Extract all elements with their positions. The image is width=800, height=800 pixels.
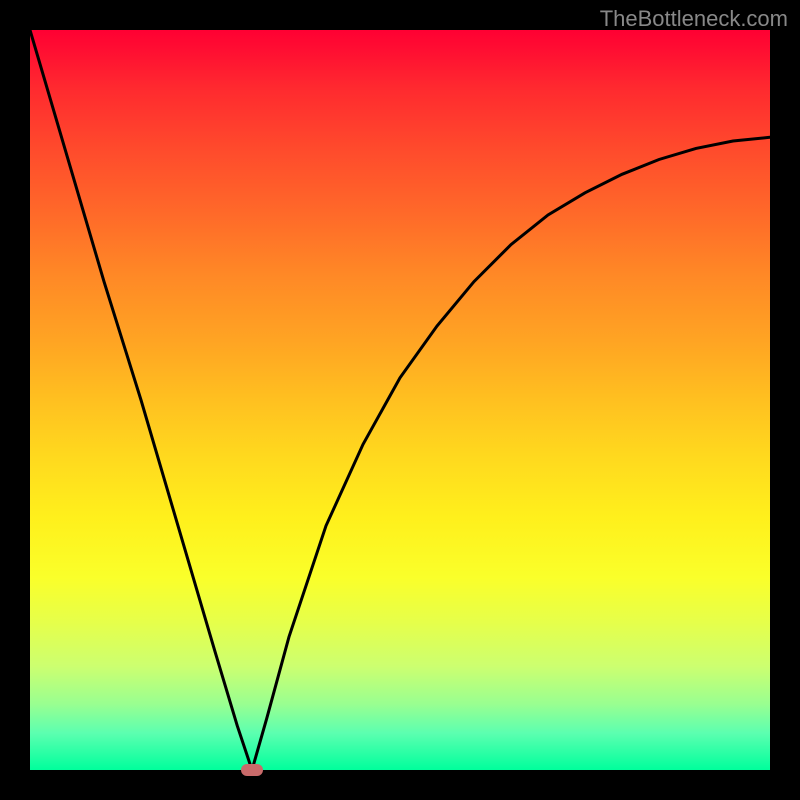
chart-frame: TheBottleneck.com xyxy=(0,0,800,800)
curve-svg xyxy=(30,30,770,770)
optimal-point-marker xyxy=(241,764,263,776)
bottleneck-curve xyxy=(30,30,770,770)
watermark-text: TheBottleneck.com xyxy=(600,6,788,32)
